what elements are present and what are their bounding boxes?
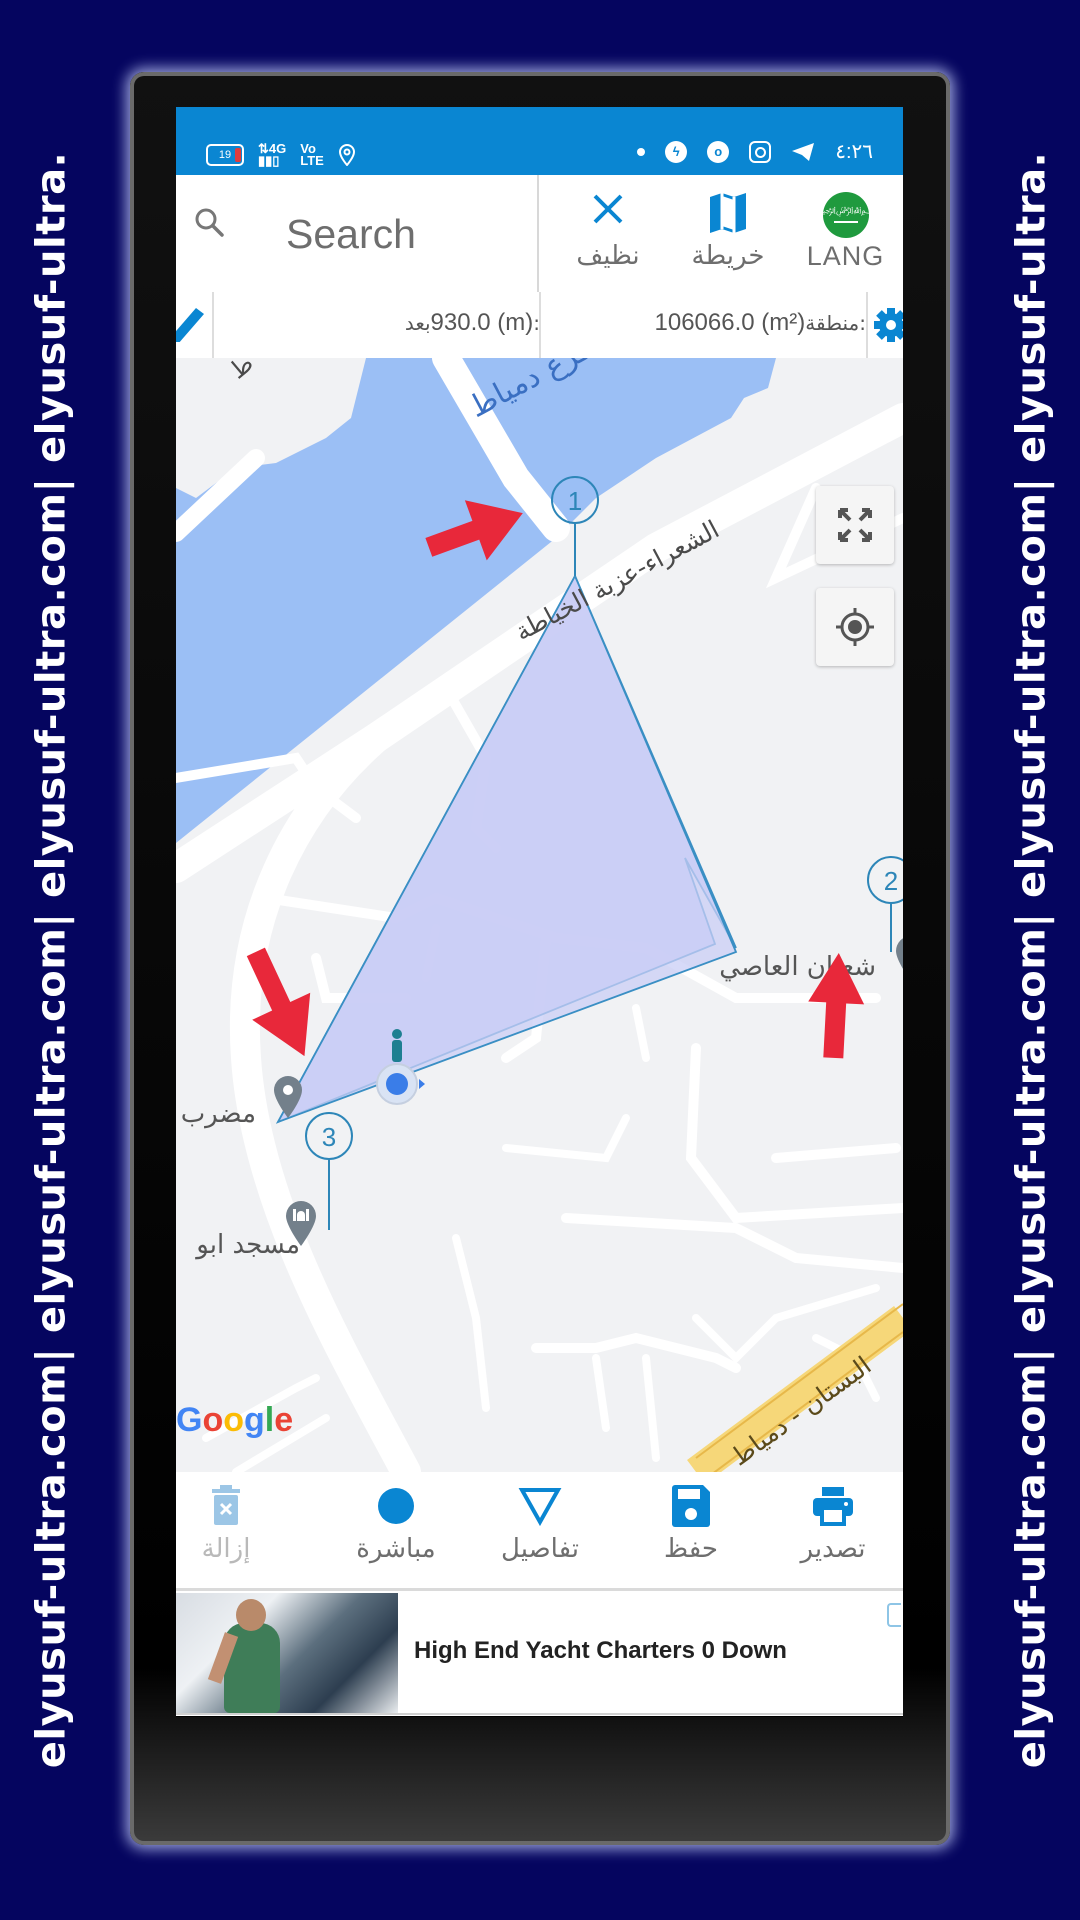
saudi-flag-icon: ﷽ [822,192,870,238]
map-canvas: فرع دمياط الشعراء-عزبة الخياطة ط شعبان ا… [176,358,903,1472]
crosshair-icon [836,608,874,646]
watermark-text: elyusuf-ultra.com| elyusuf-ultra.com| el… [28,151,75,1769]
mosque-label: مسجد ابو [194,1230,300,1260]
save-label: حفظ [664,1534,718,1564]
lang-label: LANG [806,241,885,271]
search-placeholder: Search [286,211,416,257]
highway-label: البستان - دمياط [725,1351,876,1472]
watermark-right: elyusuf-ultra.com| elyusuf-ultra.com| el… [996,0,1066,1920]
live-label: مباشرة [356,1534,436,1564]
export-label: تصدير [800,1534,866,1564]
delete-icon [212,1485,240,1525]
circle-icon [378,1488,414,1524]
edit-pencil-icon[interactable] [176,302,206,342]
google-attribution: Google [176,1401,293,1439]
save-button[interactable]: حفظ [621,1472,761,1588]
vodafone-icon: o [707,140,730,163]
messenger-icon: ϟ [665,140,688,163]
search-icon [195,208,224,237]
svg-text:﷽: ﷽ [822,206,870,217]
save-icon [672,1485,710,1527]
location-icon [339,144,356,166]
clear-label: نظيف [576,241,640,271]
street-view-pegman-icon[interactable] [392,1029,402,1062]
instagram-icon [749,140,772,163]
clear-button[interactable]: نظيف [548,175,668,292]
app-screen: 19 ⇅4G ▮▮▯ Vo LTE ϟ o ٤:٢٦ Search نظيف خر… [176,107,903,1717]
signal-4g-icon: ⇅4G ▮▮▯ [258,141,287,168]
export-button[interactable]: تصدير [763,1472,903,1588]
ad-banner[interactable]: High End Yacht Charters 0 Down [176,1593,903,1715]
fullscreen-button[interactable] [816,486,894,564]
area-value: 106066.0 (m²) [654,309,806,336]
network-type: 4G [268,141,287,156]
watermark-left: elyusuf-ultra.com| elyusuf-ultra.com| el… [16,0,86,1920]
android-nav-bar [176,1716,903,1717]
area-readout: 106066.0 (m²)منطقة: [539,292,868,358]
measurement-bar: 930.0 (m)بعد: 106066.0 (m²)منطقة: [176,292,903,359]
notification-dot-icon [637,147,646,156]
close-icon [593,194,623,224]
telegram-icon [792,142,815,161]
vertex-marker-2[interactable]: 2 [867,856,903,952]
map-view[interactable]: فرع دمياط الشعراء-عزبة الخياطة ط شعبان ا… [176,358,903,1472]
settings-gear-icon[interactable] [873,306,903,344]
map-icon [710,193,746,233]
place-label-right: شعبان العاصي [719,952,876,982]
poi-pin-icon[interactable] [896,936,903,981]
clock: ٤:٢٦ [835,141,873,163]
printer-icon [813,1487,853,1526]
bottom-toolbar: تصدير حفظ تفاصيل مباشرة إزالة [176,1472,903,1591]
language-button[interactable]: ﷽ LANG [788,175,903,292]
place-label-left: مضرب [181,1099,256,1129]
map-label: خريطة [691,241,765,271]
battery-level: 19 [218,149,232,161]
distance-readout: 930.0 (m)بعد: [212,292,542,358]
ad-image [176,1593,398,1713]
marker-label-1: 1 [568,486,582,516]
delete-label: إزالة [201,1534,251,1564]
details-label: تفاصيل [501,1534,579,1564]
ad-title: High End Yacht Charters 0 Down [414,1637,787,1664]
delete-button[interactable]: إزالة [176,1472,296,1588]
search-input[interactable]: Search [176,175,539,292]
volte-icon: Vo LTE [300,141,324,168]
ad-info-icon[interactable] [887,1603,901,1627]
battery-icon: 19 [206,144,244,166]
marker-label-3: 3 [322,1122,336,1152]
app-header: Search نظيف خريطة ﷽ LANG [176,175,903,293]
road-label-topleft: ط [224,358,259,385]
details-button[interactable]: تفاصيل [470,1472,610,1588]
watermark-text: elyusuf-ultra.com| elyusuf-ultra.com| el… [1008,151,1055,1769]
marker-label-2: 2 [884,866,898,896]
my-location-button[interactable] [816,588,894,666]
expand-icon [838,508,872,542]
area-key: منطقة: [805,311,866,335]
status-bar: 19 ⇅4G ▮▮▯ Vo LTE ϟ o ٤:٢٦ [176,107,903,175]
distance-value: 930.0 (m) [430,309,534,336]
live-button[interactable]: مباشرة [326,1472,466,1588]
triangle-icon [518,1488,562,1527]
map-button[interactable]: خريطة [668,175,788,292]
